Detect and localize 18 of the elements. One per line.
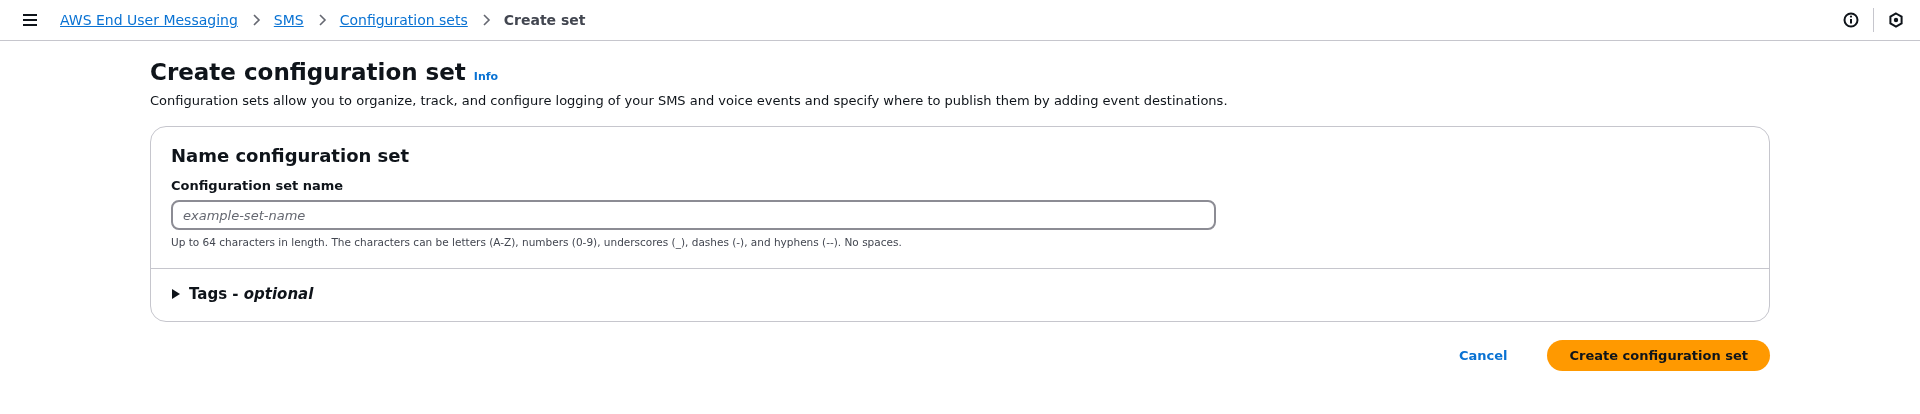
menu-icon[interactable]: [22, 13, 38, 27]
create-button[interactable]: Create configuration set: [1547, 340, 1770, 371]
tags-expander[interactable]: Tags - optional: [151, 269, 334, 321]
caret-icon: [171, 289, 181, 299]
field-label: Configuration set name: [171, 178, 345, 193]
breadcrumb-link[interactable]: SMS: [273, 12, 304, 28]
card-title: Name configuration set: [171, 145, 411, 166]
info-link[interactable]: Info: [473, 70, 499, 83]
current-page-label: Create set: [503, 12, 586, 28]
cancel-button[interactable]: Cancel: [1442, 342, 1524, 369]
page-title: Create configuration set: [150, 59, 466, 85]
field-hint: Up to 64 characters in length. The characters can be letters (A-Z), numbers (0-9), underscores (_), dashes (-), and hyphens (--). No spaces.: [171, 236, 903, 248]
hexagon-icon[interactable]: [1888, 12, 1904, 28]
info-icon[interactable]: [1843, 12, 1859, 28]
breadcrumb-link[interactable]: Configuration sets: [339, 12, 468, 28]
name-input-field[interactable]: example-set-name: [171, 200, 1216, 230]
page-description: Configuration sets allow you to organize, track, and configure logging of your SMS and voice events and specify where to publish them by adding event destinations.: [150, 93, 1229, 108]
breadcrumb-link[interactable]: AWS End User Messaging: [60, 12, 238, 28]
